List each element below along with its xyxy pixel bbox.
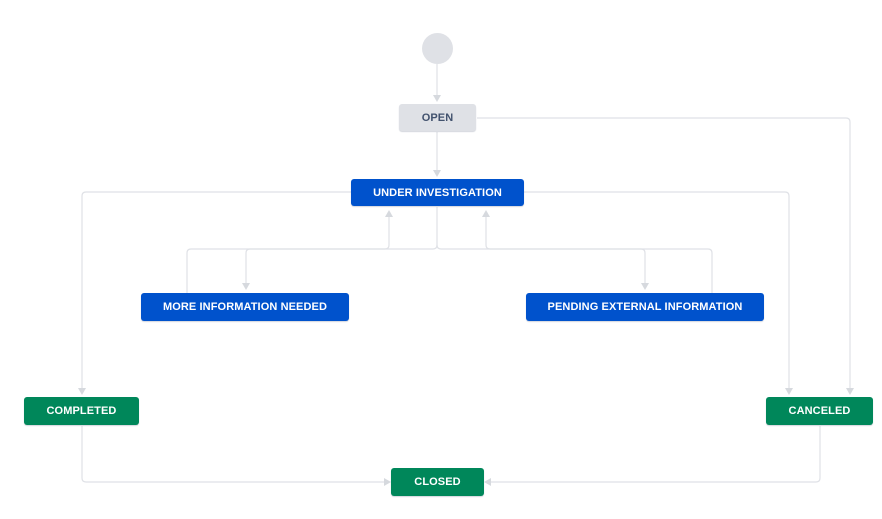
status-under-investigation[interactable]: UNDER INVESTIGATION [351,179,524,206]
transition-completed-to-closed [81,426,384,483]
transition-under-investigation-to-pending-external [436,244,646,283]
arrowhead [846,388,854,395]
arrowhead [785,388,793,395]
arrowhead [242,283,250,290]
arrowhead [482,210,490,217]
status-closed[interactable]: CLOSED [391,468,484,496]
arrowhead [484,478,491,486]
status-open[interactable]: OPEN [399,104,476,131]
arrowhead [433,170,441,177]
start-node[interactable] [422,33,453,64]
arrowhead [385,210,393,217]
transition-under-investigation-to-completed [81,191,351,388]
arrowhead [433,95,441,102]
arrowhead [78,388,86,395]
status-pending-external-information[interactable]: PENDING EXTERNAL INFORMATION [526,293,764,321]
arrowhead [641,283,649,290]
status-canceled[interactable]: CANCELED [766,397,873,425]
status-more-information-needed[interactable]: MORE INFORMATION NEEDED [141,293,349,321]
transition-under-investigation-to-canceled [524,191,790,388]
transition-more-info-to-under-investigation [186,217,390,293]
transition-connectors [78,64,854,486]
transition-canceled-to-closed [491,426,821,483]
arrowhead [384,478,391,486]
transition-pending-external-to-under-investigation [485,217,713,293]
status-completed[interactable]: COMPLETED [24,397,139,425]
transition-open-to-canceled [477,117,851,388]
transition-under-investigation-to-more-info [245,207,438,283]
